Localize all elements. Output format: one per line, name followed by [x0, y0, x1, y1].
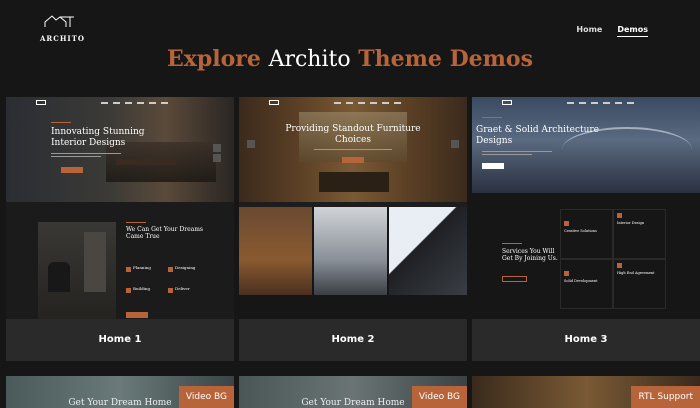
- slider-next-icon: [213, 154, 221, 162]
- feature-building: Building: [133, 286, 151, 291]
- main-nav: Home Demos: [576, 25, 648, 37]
- demo-label: Home 1: [6, 319, 234, 361]
- feature-designing: Designing: [175, 265, 196, 270]
- interior-image: [38, 222, 116, 319]
- mini-nav: [6, 97, 234, 109]
- demo-card-home-2[interactable]: Providing Standout Furniture Choices Hom…: [239, 97, 467, 361]
- demo-card-rtl[interactable]: RTL Support: [472, 376, 700, 408]
- gallery-image-kitchen: [239, 207, 312, 295]
- about-button: [126, 312, 148, 318]
- logo-text: ARCHITO: [40, 34, 86, 43]
- feature-badge: Video BG: [178, 386, 234, 408]
- house-logo-icon: [44, 15, 74, 27]
- slider-prev-icon: [213, 144, 221, 152]
- hero-button: [342, 157, 364, 163]
- nav-demos[interactable]: Demos: [617, 25, 648, 37]
- hero-button: [482, 163, 504, 169]
- service-creative: Creative Solutions: [564, 229, 597, 233]
- services-section: Services You Will Get By Joining Us. Cre…: [472, 193, 700, 319]
- hero-title: Providing Standout Furniture Choices: [285, 124, 421, 145]
- hero-image: Providing Standout Furniture Choices: [239, 97, 467, 202]
- feature-badge: RTL Support: [631, 386, 700, 408]
- mini-nav: [472, 97, 700, 109]
- mini-nav: [239, 97, 467, 109]
- title-part-explore: Explore: [167, 46, 261, 72]
- feature-badge: Video BG: [411, 386, 467, 408]
- section-title: We Can Get Your Dreams Came True: [126, 226, 204, 241]
- demo-preview-home-1: Innovating Stunning Interior Designs We …: [6, 97, 234, 319]
- service-interior: Interior Design: [617, 221, 645, 225]
- demo-label: Home 2: [239, 319, 467, 361]
- gallery-image-living: [314, 207, 387, 295]
- hero-image: Graet & Solid Architecture Designs: [472, 97, 700, 193]
- logo[interactable]: ARCHITO: [40, 14, 84, 43]
- demo-preview-home-3: Graet & Solid Architecture Designs Servi…: [472, 97, 700, 319]
- demo-card-home-1[interactable]: Innovating Stunning Interior Designs We …: [6, 97, 234, 361]
- title-part-archito: Archito: [268, 47, 351, 72]
- demo-card-video-bg-1[interactable]: Get Your Dream Home Video BG: [6, 376, 234, 408]
- slider-prev-icon: [247, 140, 255, 148]
- feature-deliver: Deliver: [175, 286, 190, 291]
- hero-title: Innovating Stunning Interior Designs: [51, 127, 145, 148]
- top-bar: ARCHITO Home Demos: [0, 0, 700, 46]
- section-title: Services You Will Get By Joining Us.: [502, 248, 558, 263]
- gallery-section: [239, 207, 467, 319]
- gallery-image-exterior: [389, 207, 467, 295]
- page-title: Explore Archito Theme Demos: [0, 46, 700, 72]
- about-section: We Can Get Your Dreams Came True Plannin…: [6, 202, 234, 319]
- nav-home[interactable]: Home: [576, 25, 602, 37]
- hero-image: Innovating Stunning Interior Designs: [6, 97, 234, 202]
- demo-label: Home 3: [472, 319, 700, 361]
- demo-card-video-bg-2[interactable]: Get Your Dream Home Video BG: [239, 376, 467, 408]
- service-development: Solid Development: [564, 279, 598, 283]
- title-part-demos: Theme Demos: [358, 46, 533, 72]
- demo-preview-home-2: Providing Standout Furniture Choices: [239, 97, 467, 319]
- slider-next-icon: [451, 140, 459, 148]
- hero-button: [61, 167, 83, 173]
- demo-card-home-3[interactable]: Graet & Solid Architecture Designs Servi…: [472, 97, 700, 361]
- feature-planning: Planning: [133, 265, 151, 270]
- service-agreement: High End Agreement: [617, 271, 655, 275]
- hero-title: Graet & Solid Architecture Designs: [476, 125, 600, 146]
